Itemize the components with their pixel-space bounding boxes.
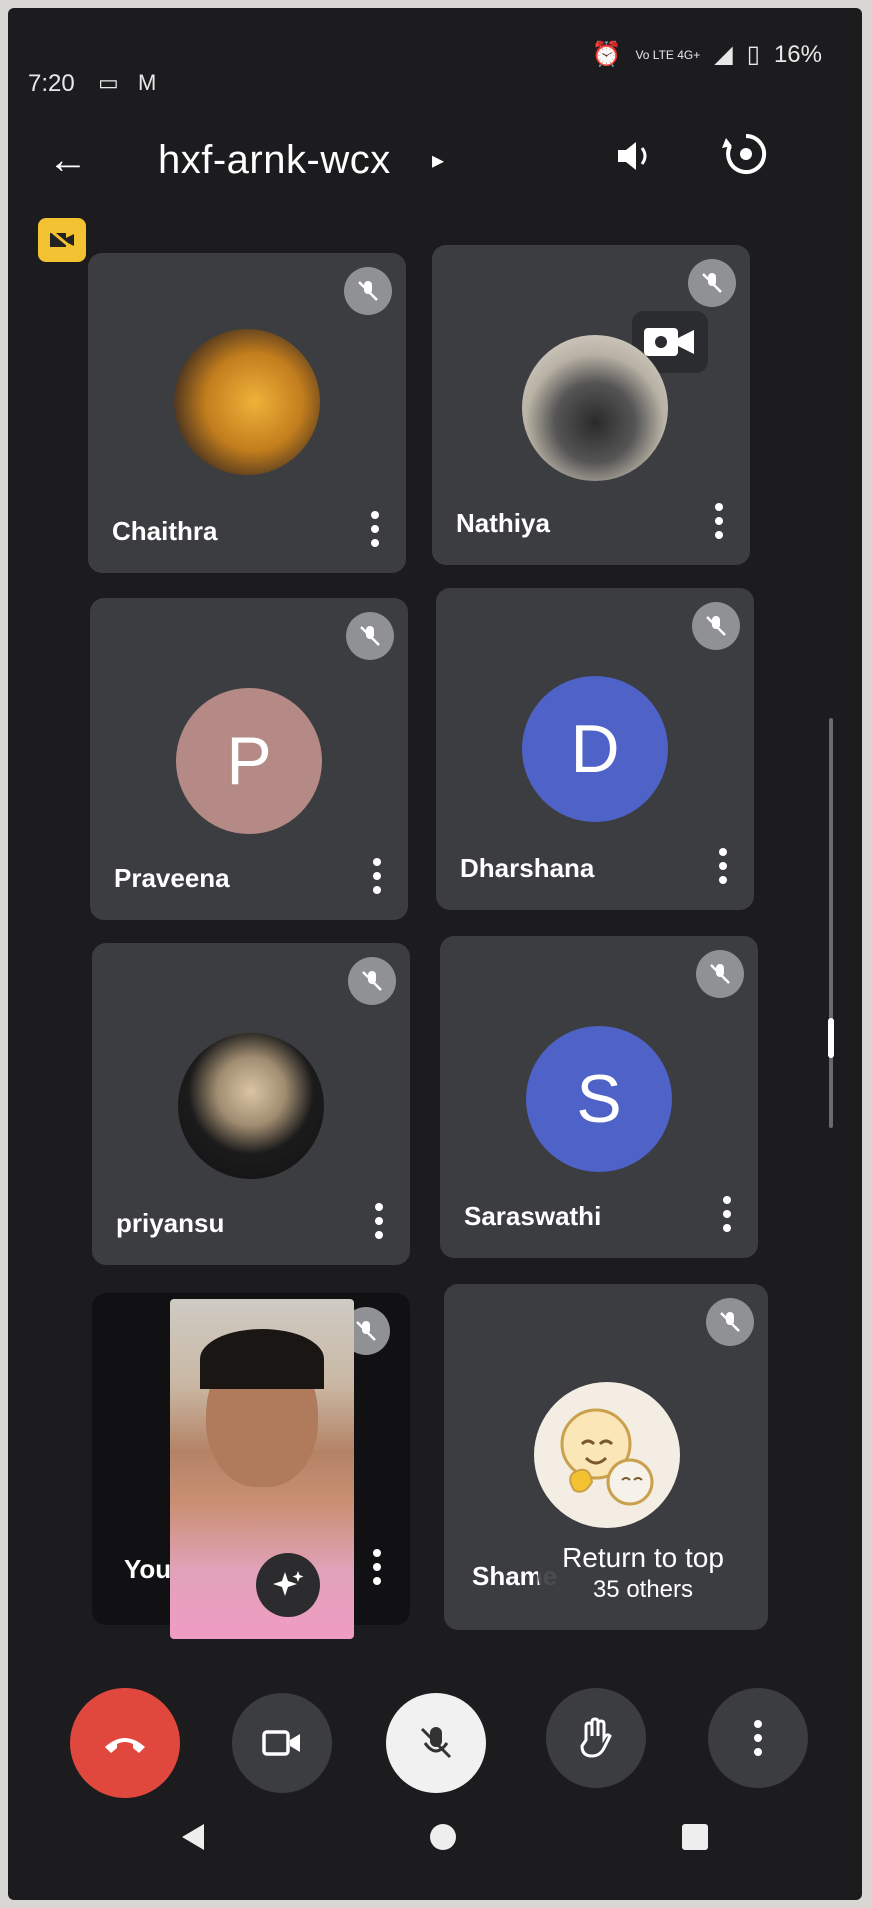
more-options-icon[interactable] — [372, 856, 382, 896]
effects-sparkle-icon[interactable] — [256, 1553, 320, 1617]
avatar — [522, 335, 668, 481]
participant-name: Chaithra — [112, 516, 218, 546]
call-controls — [8, 1648, 862, 1798]
network-label: Vo LTE 4G+ — [635, 47, 701, 62]
mic-off-icon — [688, 259, 736, 307]
nav-home-icon[interactable] — [428, 1822, 458, 1852]
camera-icon — [262, 1730, 300, 1756]
mic-off-icon — [346, 612, 394, 660]
self-hair — [200, 1329, 324, 1389]
scroll-indicator[interactable] — [826, 718, 836, 1128]
signal-icon: ◢ — [714, 41, 733, 68]
self-view-tile[interactable]: You — [92, 1293, 410, 1639]
participant-tile[interactable]: priyansu — [92, 943, 410, 1265]
status-time: 7:20 — [28, 70, 75, 97]
raise-hand-button[interactable] — [546, 1688, 646, 1788]
more-options-icon[interactable] — [370, 509, 380, 549]
avatar — [174, 329, 320, 475]
more-options-button[interactable] — [708, 1688, 808, 1788]
status-right-cluster: ⏰ Vo LTE 4G+ ◢ ▯ 16% — [592, 40, 822, 69]
switch-camera-icon[interactable] — [718, 126, 774, 182]
participant-tile[interactable]: Nathiya — [432, 245, 750, 565]
avatar: D — [522, 676, 668, 822]
hangup-icon — [105, 1738, 145, 1753]
end-call-button[interactable] — [70, 1688, 180, 1798]
back-arrow-icon[interactable]: ← — [48, 140, 88, 180]
status-bar: 7:20 ▭ M ⏰ Vo LTE 4G+ ◢ ▯ 16% — [8, 8, 862, 98]
meeting-code[interactable]: hxf-arnk-wcx — [158, 138, 391, 183]
more-options-icon[interactable] — [372, 1547, 382, 1587]
speaker-icon[interactable] — [606, 128, 662, 184]
camera-button[interactable] — [232, 1693, 332, 1793]
mic-off-icon — [420, 1727, 452, 1759]
more-options-icon[interactable] — [374, 1201, 384, 1241]
mic-off-icon — [348, 957, 396, 1005]
phone-screen: 7:20 ▭ M ⏰ Vo LTE 4G+ ◢ ▯ 16% ← hxf-arnk… — [8, 8, 862, 1900]
nav-back-icon[interactable] — [178, 1822, 208, 1852]
mic-toggle-button[interactable] — [386, 1693, 486, 1793]
participant-tile[interactable]: S Saraswathi — [440, 936, 758, 1258]
participant-tile[interactable]: Chaithra — [88, 253, 406, 573]
more-options-icon[interactable] — [722, 1194, 732, 1234]
avatar — [178, 1033, 324, 1179]
participant-name: Saraswathi — [464, 1201, 602, 1231]
participant-tile[interactable]: D Dharshana — [436, 588, 754, 910]
alarm-icon: ⏰ — [591, 41, 622, 68]
mic-off-icon — [706, 1298, 754, 1346]
gmail-notification-icon: M — [138, 70, 157, 95]
others-count: 35 others — [592, 1576, 694, 1603]
more-vertical-icon — [754, 1720, 762, 1756]
more-options-icon[interactable] — [714, 501, 724, 541]
participant-tile[interactable]: P Praveena — [90, 598, 408, 920]
return-to-top-pill[interactable]: Return to top 35 others — [538, 1532, 748, 1614]
meeting-header: ← hxf-arnk-wcx ▸ — [8, 108, 862, 218]
more-options-icon[interactable] — [718, 846, 728, 886]
mic-off-icon — [692, 602, 740, 650]
participant-name: priyansu — [116, 1208, 225, 1238]
avatar: P — [176, 688, 322, 834]
battery-icon: ▯ — [746, 41, 760, 68]
nav-recents-icon[interactable] — [680, 1822, 710, 1852]
camera-notification-icon: ▭ — [98, 70, 119, 95]
participant-name: Praveena — [114, 863, 230, 893]
avatar: S — [526, 1026, 672, 1172]
caret-right-icon[interactable]: ▸ — [432, 146, 444, 175]
return-to-top-label: Return to top — [562, 1542, 724, 1573]
participant-name: Nathiya — [456, 508, 550, 538]
mic-off-icon — [344, 267, 392, 315]
avatar — [534, 1382, 680, 1528]
battery-percent: 16% — [773, 40, 822, 68]
participant-name: You — [124, 1554, 172, 1584]
mic-off-icon — [696, 950, 744, 998]
camera-off-badge-icon — [38, 218, 86, 262]
system-navigation-bar — [8, 1818, 862, 1888]
participant-tile[interactable]: Shame Return to top 35 others — [444, 1284, 768, 1630]
hand-icon — [580, 1717, 612, 1758]
participant-name: Dharshana — [460, 853, 595, 883]
